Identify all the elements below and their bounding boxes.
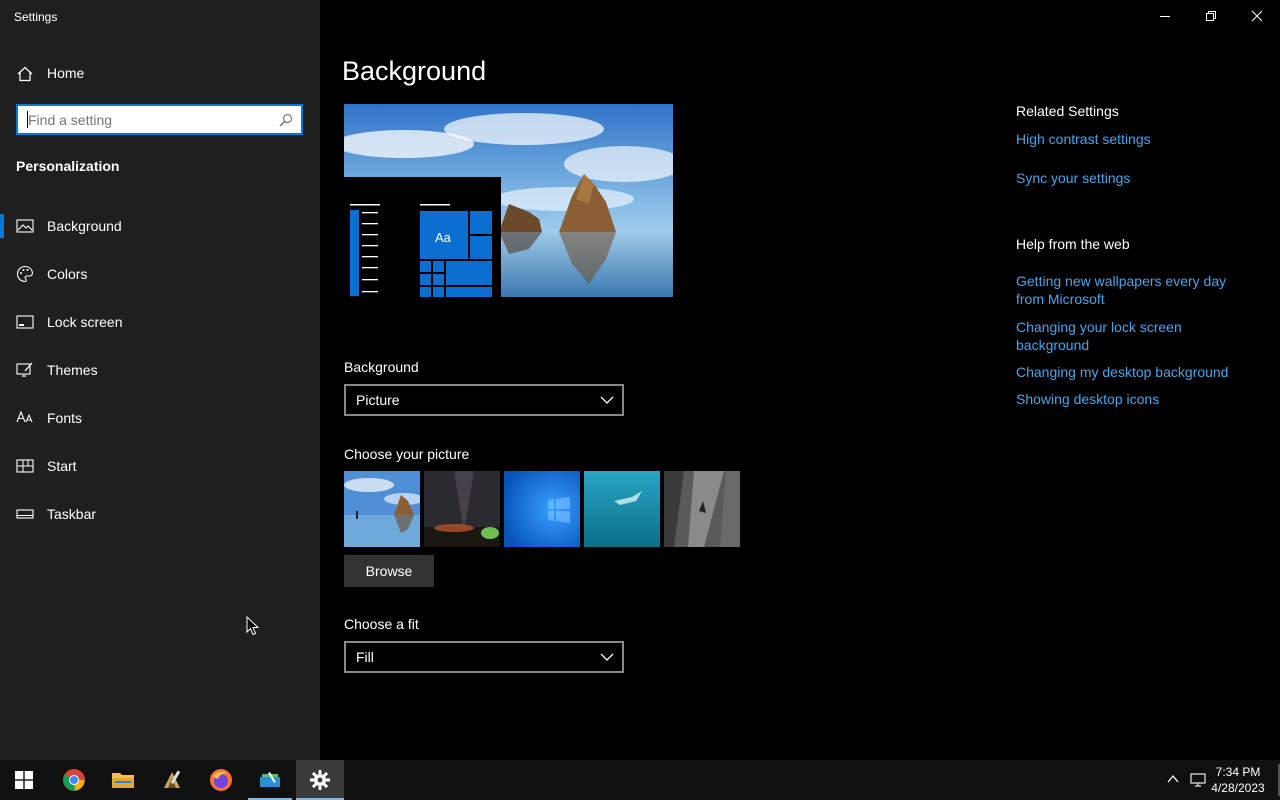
picture-thumbnail-night-sky[interactable] bbox=[424, 471, 500, 547]
fonts-icon bbox=[16, 410, 33, 423]
chrome-icon bbox=[63, 769, 85, 791]
browse-button[interactable]: Browse bbox=[344, 555, 434, 587]
help-link-desktop-icons[interactable]: Showing desktop icons bbox=[1016, 390, 1246, 408]
desktop-preview: Aa bbox=[344, 104, 673, 297]
close-icon bbox=[1251, 10, 1263, 22]
sidebar-item-label: Fonts bbox=[47, 410, 83, 426]
sync-settings-link[interactable]: Sync your settings bbox=[1016, 169, 1246, 187]
sidebar-item-label: Start bbox=[47, 458, 77, 474]
home-button[interactable]: Home bbox=[0, 58, 320, 88]
sidebar-item-label: Themes bbox=[47, 362, 98, 378]
fit-dropdown[interactable]: Fill bbox=[344, 641, 624, 673]
fit-value: Fill bbox=[356, 649, 374, 665]
start-icon bbox=[16, 459, 34, 473]
minimize-button[interactable] bbox=[1142, 4, 1188, 28]
help-link-desktop-background[interactable]: Changing my desktop background bbox=[1016, 363, 1246, 381]
related-settings-heading: Related Settings bbox=[1016, 103, 1119, 119]
sidebar-item-themes[interactable]: Themes bbox=[0, 352, 320, 400]
background-dropdown[interactable]: Picture bbox=[344, 384, 624, 416]
section-title: Personalization bbox=[16, 158, 120, 174]
taskbar-chrome[interactable] bbox=[50, 760, 98, 800]
help-link-wallpapers[interactable]: Getting new wallpapers every day from Mi… bbox=[1016, 272, 1246, 308]
high-contrast-link[interactable]: High contrast settings bbox=[1016, 130, 1246, 148]
choose-picture-label: Choose your picture bbox=[344, 446, 470, 462]
restore-icon bbox=[1206, 11, 1216, 21]
taskbar: 7:34 PM 4/28/2023 bbox=[0, 760, 1280, 800]
chevron-down-icon bbox=[600, 653, 614, 661]
clock-time: 7:34 PM bbox=[1215, 765, 1261, 779]
help-heading: Help from the web bbox=[1016, 236, 1130, 252]
sidebar: Settings Home Personalization Background bbox=[0, 0, 320, 760]
text-caret bbox=[27, 111, 28, 128]
app-icon-2 bbox=[260, 772, 280, 787]
taskbar-app[interactable] bbox=[148, 760, 196, 800]
start-button[interactable] bbox=[0, 760, 48, 800]
themes-icon bbox=[16, 362, 33, 377]
background-value: Picture bbox=[356, 392, 400, 408]
picture-thumbnail-rock-cliff[interactable] bbox=[664, 471, 740, 547]
settings-gear-icon bbox=[310, 770, 330, 790]
sidebar-item-label: Colors bbox=[47, 266, 88, 282]
taskbar-app-2[interactable] bbox=[246, 760, 294, 800]
picture-thumbnail-underwater[interactable] bbox=[584, 471, 660, 547]
search-box[interactable] bbox=[16, 104, 303, 135]
taskbar-settings[interactable] bbox=[296, 760, 344, 800]
clock-date: 4/28/2023 bbox=[1211, 781, 1265, 795]
sidebar-item-fonts[interactable]: Fonts bbox=[0, 400, 320, 448]
preview-sample-text: Aa bbox=[435, 230, 451, 245]
picture-icon bbox=[16, 219, 34, 233]
restore-button[interactable] bbox=[1188, 4, 1234, 28]
taskbar-file-explorer[interactable] bbox=[99, 760, 147, 800]
firefox-icon bbox=[210, 769, 232, 791]
network-button[interactable] bbox=[1190, 772, 1208, 793]
chevron-up-icon bbox=[1167, 774, 1179, 783]
background-label: Background bbox=[344, 359, 419, 375]
app-icon bbox=[164, 770, 181, 788]
clock[interactable]: 7:34 PM 4/28/2023 bbox=[1208, 764, 1268, 796]
app-title: Settings bbox=[14, 10, 58, 24]
wallpaper-preview-image bbox=[344, 104, 673, 297]
picture-thumbnail-windows-blue[interactable] bbox=[504, 471, 580, 547]
sidebar-item-start[interactable]: Start bbox=[0, 448, 320, 496]
sidebar-item-label: Lock screen bbox=[47, 314, 123, 330]
picture-thumbnail-beach[interactable] bbox=[344, 471, 420, 547]
help-link-lock-screen[interactable]: Changing your lock screen background bbox=[1016, 318, 1246, 354]
sidebar-item-label: Background bbox=[47, 218, 122, 234]
sidebar-item-lock-screen[interactable]: Lock screen bbox=[0, 304, 320, 352]
minimize-icon bbox=[1160, 16, 1170, 17]
picture-thumbnails bbox=[344, 471, 744, 547]
show-hidden-icons-button[interactable] bbox=[1166, 772, 1180, 791]
sidebar-item-label: Taskbar bbox=[47, 506, 97, 522]
chevron-down-icon bbox=[600, 396, 614, 404]
search-icon[interactable] bbox=[279, 113, 293, 127]
mouse-cursor-icon bbox=[246, 616, 260, 636]
home-icon bbox=[17, 66, 33, 82]
windows-start-icon bbox=[15, 771, 33, 789]
lock-screen-icon bbox=[16, 315, 34, 329]
close-button[interactable] bbox=[1234, 4, 1280, 28]
file-explorer-icon bbox=[112, 773, 134, 788]
home-label: Home bbox=[47, 65, 85, 81]
sidebar-item-taskbar[interactable]: Taskbar bbox=[0, 496, 320, 544]
page-title: Background bbox=[342, 56, 487, 86]
search-input[interactable] bbox=[18, 106, 268, 133]
sidebar-item-background[interactable]: Background bbox=[0, 208, 320, 256]
taskbar-firefox[interactable] bbox=[197, 760, 245, 800]
taskbar-icon bbox=[16, 509, 34, 519]
network-icon bbox=[1190, 773, 1206, 787]
nav-list: Background Colors Lock screen Themes Fon… bbox=[0, 208, 320, 544]
fit-label: Choose a fit bbox=[344, 616, 419, 632]
sidebar-item-colors[interactable]: Colors bbox=[0, 256, 320, 304]
main-content: Background Aa Background Picture Choose … bbox=[320, 0, 1280, 760]
palette-icon bbox=[17, 265, 34, 283]
